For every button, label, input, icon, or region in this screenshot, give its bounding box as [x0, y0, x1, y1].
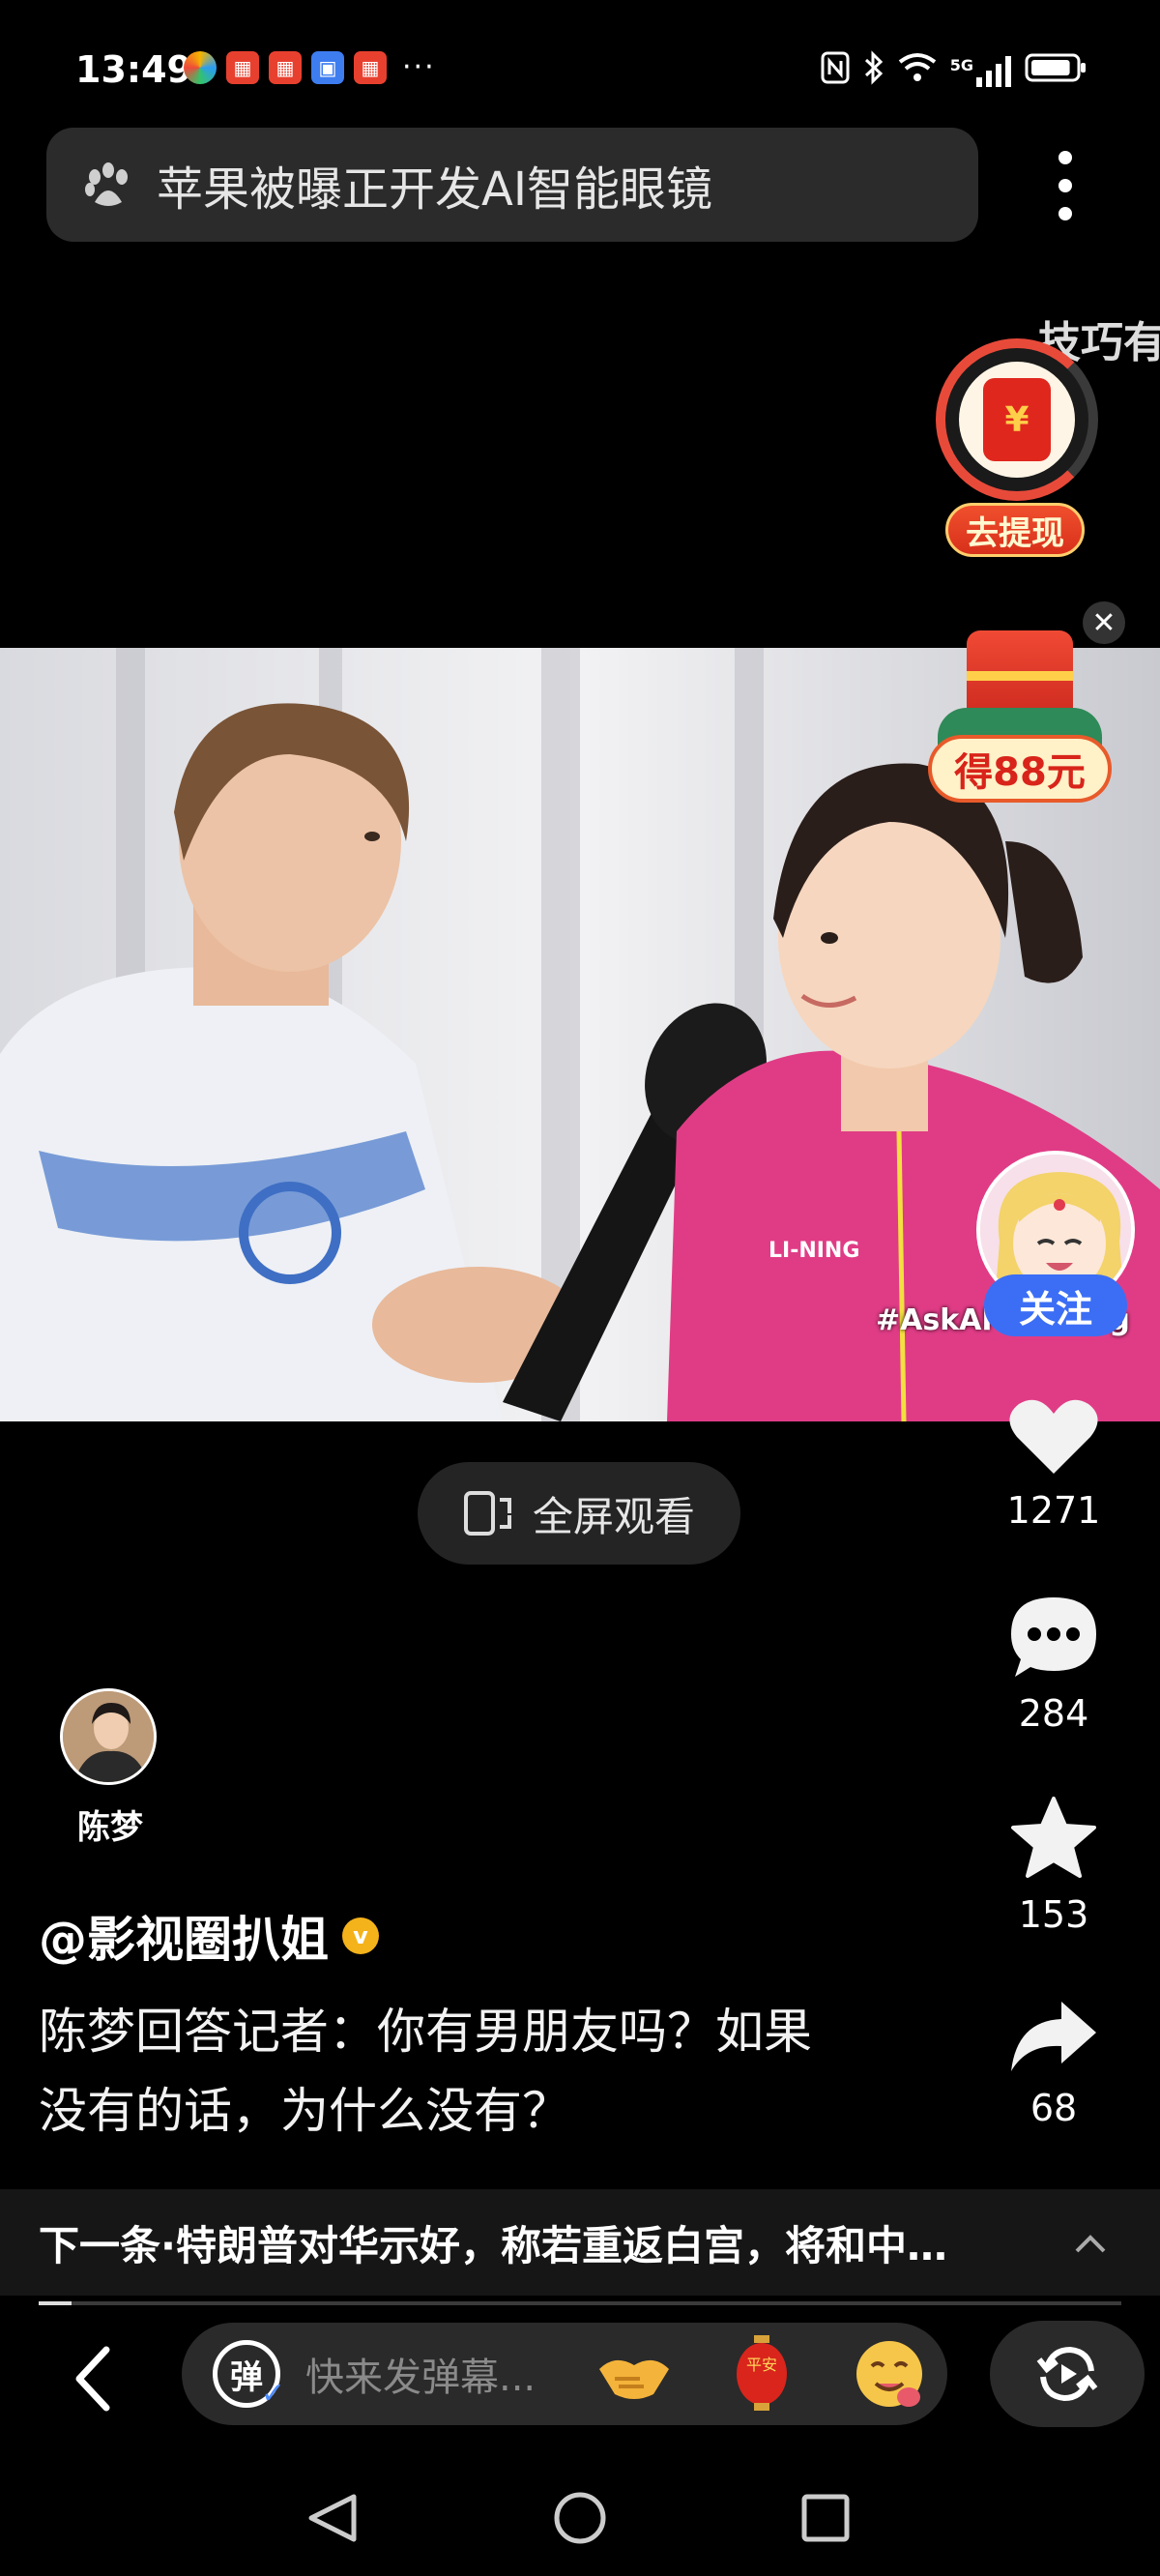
uploader-handle-text: @影视圈扒姐 [39, 1912, 329, 1968]
search-bar[interactable]: 苹果被曝正开发AI智能眼镜 [46, 128, 978, 242]
caption-line: 没有的话，为什么没有？ [39, 2083, 570, 2139]
comment-bubble-icon [1011, 1597, 1096, 1677]
nav-recents-icon[interactable] [801, 2494, 850, 2542]
brand-logo-text: LI-NING [768, 1239, 859, 1263]
redpacket-widget[interactable]: ¥ [936, 338, 1098, 501]
red-app-icon: ▦ [354, 50, 387, 84]
like-count: 1271 [1006, 1489, 1101, 1532]
danmaku-toggle-icon[interactable]: 弹 ✓ [213, 2340, 285, 2411]
more-menu-button[interactable] [1044, 145, 1087, 226]
share-count: 68 [1030, 2087, 1078, 2129]
playback-progress-fill [39, 2301, 72, 2305]
verified-badge-icon: v [342, 1917, 379, 1954]
redpacket-envelope-icon: ¥ [983, 378, 1051, 461]
status-time: 13:49 [75, 48, 192, 91]
author-name[interactable]: 陈梦 [62, 1800, 159, 1848]
baidu-paw-icon [85, 162, 128, 206]
system-navigation-bar [0, 2475, 1160, 2576]
fullscreen-label: 全屏观看 [532, 1492, 695, 1540]
red-app-icon: ▦ [269, 50, 302, 84]
favorite-count: 153 [1018, 1893, 1089, 1936]
network-type: 5G [949, 55, 973, 74]
comment-button[interactable]: 284 [996, 1594, 1112, 1735]
nav-back-icon[interactable] [308, 2494, 357, 2542]
pinwheel-app-icon [184, 50, 217, 84]
nfc-icon [821, 51, 850, 91]
dot-icon [1058, 179, 1072, 192]
author-avatar[interactable] [60, 1688, 157, 1785]
follow-button[interactable]: 关注 [984, 1274, 1127, 1336]
caption-line: 陈梦回答记者：你有男朋友吗？如果 [39, 2004, 812, 2060]
uploader-handle[interactable]: @影视圈扒姐 v [39, 1901, 379, 1971]
dot-icon [1058, 207, 1072, 220]
chevron-up-icon[interactable] [1071, 2224, 1110, 2263]
nav-home-icon[interactable] [554, 2492, 606, 2544]
blue-app-icon: ▣ [311, 50, 344, 84]
bluetooth-icon [863, 50, 884, 92]
danmaku-placeholder: 快来发弹幕... [305, 2356, 536, 2400]
share-button[interactable]: 68 [996, 1998, 1112, 2129]
author-photo [63, 1691, 154, 1782]
wifi-icon [898, 52, 937, 90]
next-video-title: 下一条·特朗普对华示好，称若重返白宫，将和中… [39, 2221, 947, 2269]
dot-icon [1058, 151, 1072, 164]
video-caption[interactable]: 陈梦回答记者：你有男朋友吗？如果 没有的话，为什么没有？ [39, 1992, 909, 2151]
danmaku-input[interactable]: 弹 ✓ 快来发弹幕... 平安 [182, 2323, 947, 2425]
withdraw-button[interactable]: 去提现 [945, 503, 1085, 557]
favorite-button[interactable]: 153 [996, 1795, 1112, 1936]
more-notifications-icon: ··· [402, 50, 436, 84]
status-bar: 13:49 ▦ ▦ ▣ ▦ ··· 5G [0, 0, 1160, 126]
gift-label: 得88元 [928, 735, 1112, 803]
star-icon [1011, 1797, 1096, 1878]
redpacket-inner: ¥ [959, 362, 1075, 478]
gift-redpacket-widget[interactable]: 得88元 [928, 630, 1112, 805]
red-app-icon: ▦ [226, 50, 259, 84]
back-arrow-icon[interactable] [58, 2340, 135, 2417]
handshake-emoji[interactable] [595, 2335, 673, 2413]
yummy-face-emoji[interactable] [851, 2335, 928, 2413]
status-system-icons: 5G [821, 50, 1087, 92]
playback-progress-bar[interactable] [39, 2301, 1121, 2305]
like-button[interactable]: 1271 [996, 1396, 1112, 1532]
comment-count: 284 [1018, 1692, 1089, 1735]
signal-icon: 5G [949, 55, 1011, 87]
share-arrow-icon [1011, 2002, 1096, 2071]
replay-icon [1036, 2346, 1098, 2402]
pingan-lantern-emoji[interactable]: 平安 [723, 2335, 800, 2413]
heart-icon [1009, 1399, 1098, 1474]
fullscreen-icon [463, 1491, 511, 1536]
status-notification-icons: ▦ ▦ ▣ ▦ ··· [184, 50, 436, 84]
lantern-text: 平安 [746, 2356, 777, 2374]
danmaku-icon-text: 弹 [230, 2357, 263, 2397]
battery-icon [1025, 52, 1087, 90]
fullscreen-button[interactable]: 全屏观看 [418, 1462, 740, 1565]
search-query: 苹果被曝正开发AI智能眼镜 [157, 162, 712, 217]
replay-button[interactable] [990, 2321, 1145, 2427]
next-video-bar[interactable]: 下一条·特朗普对华示好，称若重返白宫，将和中… [0, 2189, 1160, 2296]
check-icon: ✓ [260, 2377, 285, 2411]
